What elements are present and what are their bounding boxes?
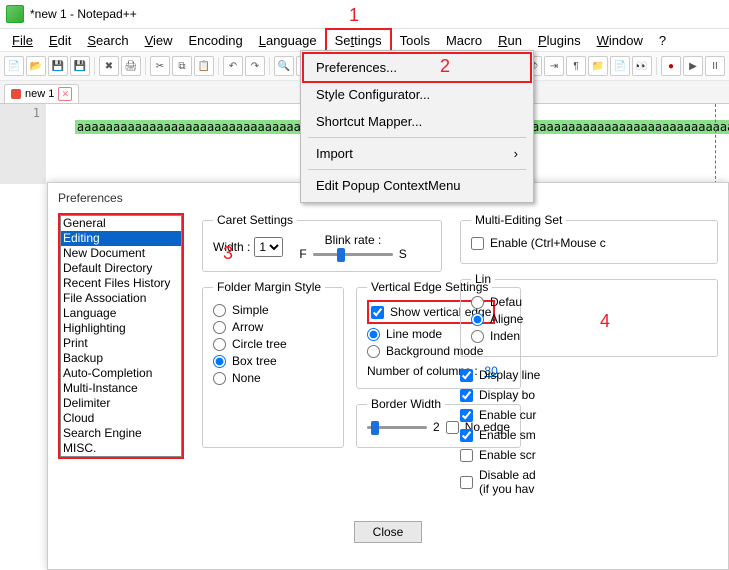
- annotation-3: 3: [223, 243, 233, 264]
- redo-icon[interactable]: ↷: [245, 56, 265, 76]
- menu-encoding[interactable]: Encoding: [181, 30, 251, 51]
- menu-style-configurator[interactable]: Style Configurator...: [304, 81, 530, 108]
- find-icon[interactable]: 🔍: [274, 56, 294, 76]
- menu-run[interactable]: Run: [490, 30, 530, 51]
- close-icon[interactable]: ✖: [99, 56, 119, 76]
- annotation-1: 1: [349, 5, 359, 26]
- line-gutter: 1: [0, 104, 46, 184]
- menu-search[interactable]: Search: [79, 30, 136, 51]
- play-icon[interactable]: ▶: [683, 56, 703, 76]
- category-recent-files-history[interactable]: Recent Files History: [61, 276, 181, 291]
- cut-icon[interactable]: ✂: [150, 56, 170, 76]
- print-icon[interactable]: 🖨: [121, 56, 141, 76]
- right-check-5[interactable]: Disable ad (if you hav: [460, 468, 718, 496]
- category-language[interactable]: Language: [61, 306, 181, 321]
- category-backup[interactable]: Backup: [61, 351, 181, 366]
- menu-help[interactable]: ?: [651, 30, 674, 51]
- category-editing[interactable]: Editing: [61, 231, 181, 246]
- blink-rate-slider[interactable]: F S: [299, 247, 406, 261]
- linewrap-aligne-radio[interactable]: Aligne: [471, 312, 707, 326]
- app-icon: [6, 5, 24, 23]
- menu-language[interactable]: Language: [251, 30, 325, 51]
- annotation-2: 2: [440, 56, 450, 77]
- line-wrap-group: Lin DefauAligneInden: [460, 272, 718, 357]
- category-cloud[interactable]: Cloud: [61, 411, 181, 426]
- right-check-0[interactable]: Display line: [460, 368, 718, 382]
- menu-view[interactable]: View: [137, 30, 181, 51]
- multi-editing-group: Multi-Editing Set Enable (Ctrl+Mouse c: [460, 213, 718, 264]
- doc-icon[interactable]: 📄: [610, 56, 630, 76]
- category-highlighting[interactable]: Highlighting: [61, 321, 181, 336]
- open-icon[interactable]: 📂: [26, 56, 46, 76]
- category-default-directory[interactable]: Default Directory: [61, 261, 181, 276]
- menu-window[interactable]: Window: [589, 30, 651, 51]
- settings-menu: Preferences... Style Configurator... Sho…: [300, 50, 534, 203]
- indent-icon[interactable]: ⇥: [544, 56, 564, 76]
- folder-margin-group: Folder Margin Style SimpleArrowCircle tr…: [202, 280, 344, 448]
- annotation-4: 4: [600, 311, 610, 332]
- category-search-engine[interactable]: Search Engine: [61, 426, 181, 441]
- copy-icon[interactable]: ⧉: [172, 56, 192, 76]
- menu-shortcut-mapper[interactable]: Shortcut Mapper...: [304, 108, 530, 135]
- para-icon[interactable]: ¶: [566, 56, 586, 76]
- caret-width-select[interactable]: 1: [254, 237, 283, 257]
- menu-tools[interactable]: Tools: [392, 30, 438, 51]
- menu-macro[interactable]: Macro: [438, 30, 490, 51]
- category-list-container: GeneralEditingNew DocumentDefault Direct…: [58, 213, 184, 513]
- right-check-3[interactable]: Enable sm: [460, 428, 718, 442]
- category-new-document[interactable]: New Document: [61, 246, 181, 261]
- unsaved-icon: [11, 89, 21, 99]
- chevron-right-icon: ›: [514, 146, 518, 161]
- folder-simple-radio[interactable]: Simple: [213, 303, 333, 317]
- undo-icon[interactable]: ↶: [223, 56, 243, 76]
- linewrap-defau-radio[interactable]: Defau: [471, 295, 707, 309]
- enable-multi-checkbox[interactable]: Enable (Ctrl+Mouse c: [471, 236, 707, 250]
- preferences-dialog: Preferences GeneralEditingNew DocumentDe…: [47, 182, 729, 570]
- right-check-2[interactable]: Enable cur: [460, 408, 718, 422]
- right-check-1[interactable]: Display bo: [460, 388, 718, 402]
- linewrap-inden-radio[interactable]: Inden: [471, 329, 707, 343]
- menu-file[interactable]: File: [4, 30, 41, 51]
- tab-label: new 1: [25, 88, 54, 100]
- stop-icon[interactable]: II: [705, 56, 725, 76]
- category-multi-instance[interactable]: Multi-Instance: [61, 381, 181, 396]
- category-print[interactable]: Print: [61, 336, 181, 351]
- tab-new1[interactable]: new 1 ✕: [4, 84, 79, 103]
- save-icon[interactable]: 💾: [48, 56, 68, 76]
- new-icon[interactable]: 📄: [4, 56, 24, 76]
- menu-bar: File Edit Search View Encoding Language …: [0, 29, 729, 51]
- folder-icon[interactable]: 📁: [588, 56, 608, 76]
- folder-box-tree-radio[interactable]: Box tree: [213, 354, 333, 368]
- menu-preferences[interactable]: Preferences...: [302, 52, 532, 83]
- menu-settings[interactable]: Settings: [325, 28, 392, 53]
- monitor-icon[interactable]: 👀: [632, 56, 652, 76]
- title-bar: *new 1 - Notepad++: [0, 0, 729, 29]
- category-auto-completion[interactable]: Auto-Completion: [61, 366, 181, 381]
- record-icon[interactable]: ●: [661, 56, 681, 76]
- folder-none-radio[interactable]: None: [213, 371, 333, 385]
- category-file-association[interactable]: File Association: [61, 291, 181, 306]
- category-misc-[interactable]: MISC.: [61, 441, 181, 456]
- menu-plugins[interactable]: Plugins: [530, 30, 589, 51]
- window-title: *new 1 - Notepad++: [30, 7, 137, 21]
- saveall-icon[interactable]: 💾: [70, 56, 90, 76]
- vertical-edge-marker: [715, 104, 717, 184]
- paste-icon[interactable]: 📋: [194, 56, 214, 76]
- folder-arrow-radio[interactable]: Arrow: [213, 320, 333, 334]
- menu-edit[interactable]: Edit: [41, 30, 79, 51]
- menu-import[interactable]: Import›: [304, 140, 530, 167]
- right-check-4[interactable]: Enable scr: [460, 448, 718, 462]
- menu-edit-contextmenu[interactable]: Edit Popup ContextMenu: [304, 172, 530, 199]
- caret-settings-group: Caret Settings Width : 1 Blink rate : F …: [202, 213, 442, 272]
- blink-rate-label: Blink rate :: [325, 233, 382, 247]
- category-list[interactable]: GeneralEditingNew DocumentDefault Direct…: [60, 215, 182, 457]
- tab-close-icon[interactable]: ✕: [58, 87, 72, 101]
- folder-circle-tree-radio[interactable]: Circle tree: [213, 337, 333, 351]
- close-button[interactable]: Close: [354, 521, 423, 543]
- category-delimiter[interactable]: Delimiter: [61, 396, 181, 411]
- category-general[interactable]: General: [61, 216, 181, 231]
